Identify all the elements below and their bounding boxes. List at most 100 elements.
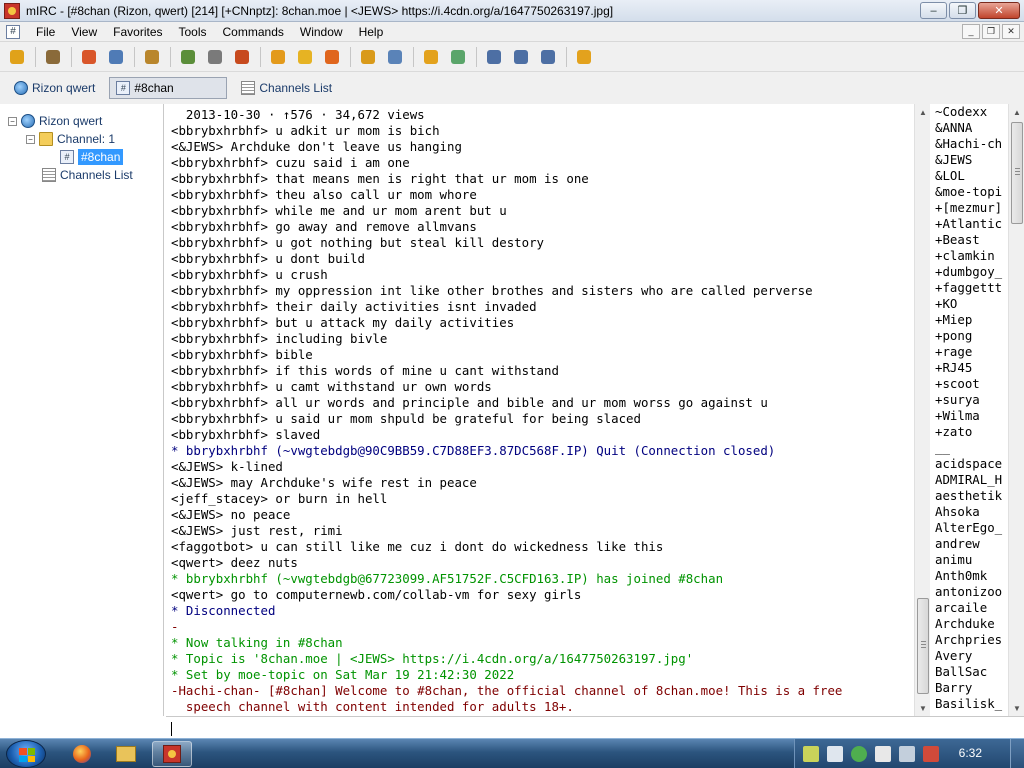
nick-item[interactable]: AlterEgo_ (932, 520, 1008, 536)
nick-item[interactable]: +surya (932, 392, 1008, 408)
nick-item[interactable]: aesthetik (932, 488, 1008, 504)
nick-item[interactable]: animu (932, 552, 1008, 568)
tray-notes-icon[interactable] (827, 746, 843, 762)
menu-window[interactable]: Window (292, 25, 351, 39)
nick-item[interactable]: &JEWS (932, 152, 1008, 168)
menu-tools[interactable]: Tools (171, 25, 215, 39)
switch-channel-8chan[interactable]: # #8chan (109, 77, 228, 99)
toolbar-button-colors[interactable] (231, 46, 253, 68)
toolbar-button-scripts-editor[interactable] (177, 46, 199, 68)
toolbar-button-notify-list[interactable] (321, 46, 343, 68)
nicklist-scrollbar[interactable]: ▲ ▼ (1008, 104, 1024, 716)
nick-item[interactable]: +rage (932, 344, 1008, 360)
toolbar-button-tile-vertical[interactable] (510, 46, 532, 68)
child-restore-button[interactable]: ❐ (982, 24, 1000, 39)
nick-item[interactable]: ~Codexx (932, 104, 1008, 120)
nick-item[interactable]: Anth0mk (932, 568, 1008, 584)
nick-item[interactable]: arcaile (932, 600, 1008, 616)
chat-scrollbar[interactable]: ▲ ▼ (914, 104, 930, 716)
scroll-down-arrow-icon[interactable]: ▼ (1009, 700, 1024, 716)
nicklist-scroll-thumb[interactable] (1011, 122, 1023, 224)
nick-item[interactable]: +scoot (932, 376, 1008, 392)
menu-file[interactable]: File (28, 25, 63, 39)
nick-item[interactable]: +dumbgoy_ (932, 264, 1008, 280)
taskbar-explorer[interactable] (106, 741, 146, 767)
nick-item[interactable]: &Hachi-ch (932, 136, 1008, 152)
toolbar-button-dcc[interactable] (384, 46, 406, 68)
child-minimize-button[interactable]: _ (962, 24, 980, 39)
toolbar-button-help[interactable] (573, 46, 595, 68)
menu-help[interactable]: Help (351, 25, 392, 39)
nick-item[interactable]: +KO (932, 296, 1008, 312)
nick-item[interactable]: &ANNA (932, 120, 1008, 136)
nick-item[interactable]: +faggettt (932, 280, 1008, 296)
nick-item[interactable]: BallSac (932, 664, 1008, 680)
nick-item[interactable]: +[mezmur] (932, 200, 1008, 216)
nick-item[interactable]: andrew (932, 536, 1008, 552)
scroll-down-arrow-icon[interactable]: ▼ (915, 700, 931, 716)
chat-log[interactable]: 2013-10-30 · ↑576 · 34,672 views <bbrybxh… (166, 104, 914, 716)
nick-item[interactable]: &LOL (932, 168, 1008, 184)
taskbar-firefox[interactable] (62, 741, 102, 767)
toolbar-button-cascade[interactable] (537, 46, 559, 68)
tree-channels-list[interactable]: Channels List (0, 166, 163, 184)
nick-item[interactable]: Archpries (932, 632, 1008, 648)
collapse-folder-icon[interactable]: − (26, 134, 35, 144)
close-button[interactable]: ✕ (978, 2, 1020, 19)
show-desktop-button[interactable] (1010, 739, 1024, 768)
taskbar-mirc[interactable] (152, 741, 192, 767)
minimize-button[interactable]: – (920, 2, 947, 19)
nick-item[interactable]: &moe-topi (932, 184, 1008, 200)
switch-channels-list[interactable]: Channels List (235, 77, 338, 99)
message-input[interactable] (170, 719, 1010, 737)
chat-scroll-thumb[interactable] (917, 598, 929, 694)
nick-list[interactable]: ~Codexx &ANNA &Hachi-ch &JEWS &LOL &moe-topi +… (932, 104, 1008, 716)
toolbar-button-send-file[interactable] (267, 46, 289, 68)
toolbar-button-timer[interactable] (204, 46, 226, 68)
nick-item[interactable]: Ahsoka (932, 504, 1008, 520)
channel-window-icon[interactable]: # (6, 24, 20, 39)
tray-volume-muted-icon[interactable] (923, 746, 939, 762)
tray-network-icon[interactable] (899, 746, 915, 762)
collapse-server-icon[interactable]: − (8, 116, 17, 126)
toolbar-button-channels-list[interactable] (141, 46, 163, 68)
menu-commands[interactable]: Commands (215, 25, 292, 39)
tray-mirc-icon[interactable] (803, 746, 819, 762)
tray-flag-icon[interactable] (875, 746, 891, 762)
tree-channel-folder[interactable]: − Channel: 1 (0, 130, 163, 148)
switch-server-rizon[interactable]: Rizon qwert (8, 77, 101, 99)
nick-item[interactable]: Avery (932, 648, 1008, 664)
maximize-button[interactable]: ❐ (949, 2, 976, 19)
tray-security-icon[interactable] (851, 746, 867, 762)
toolbar-button-tile-horizontal[interactable] (483, 46, 505, 68)
toolbar-button-options[interactable] (42, 46, 64, 68)
menu-view[interactable]: View (63, 25, 105, 39)
child-close-button[interactable]: ✕ (1002, 24, 1020, 39)
menu-favorites[interactable]: Favorites (105, 25, 170, 39)
toolbar-button-favorites[interactable] (78, 46, 100, 68)
toolbar-button-address-book[interactable] (105, 46, 127, 68)
tree-server[interactable]: − Rizon qwert (0, 112, 163, 130)
mirc-app-icon[interactable] (4, 2, 20, 19)
toolbar-button-log[interactable] (420, 46, 442, 68)
toolbar-button-received-files[interactable] (447, 46, 469, 68)
taskbar-clock[interactable]: 6:32 (959, 746, 982, 760)
nick-item[interactable]: +clamkin (932, 248, 1008, 264)
start-button[interactable] (6, 740, 46, 768)
toolbar-button-url-catcher[interactable] (357, 46, 379, 68)
message-editbox[interactable] (166, 716, 1024, 738)
nick-item[interactable]: +RJ45 (932, 360, 1008, 376)
nick-item[interactable]: Barry (932, 680, 1008, 696)
nick-item[interactable]: __ (932, 440, 1008, 456)
nick-item[interactable]: +Miep (932, 312, 1008, 328)
nick-item[interactable]: ADMIRAL_H (932, 472, 1008, 488)
nick-item[interactable]: antonizoo (932, 584, 1008, 600)
toolbar-button-connect[interactable] (6, 46, 28, 68)
nick-item[interactable]: +zato (932, 424, 1008, 440)
tree-channel-8chan[interactable]: # #8chan (0, 148, 163, 166)
nick-item[interactable]: +Wilma (932, 408, 1008, 424)
nick-item[interactable]: +Beast (932, 232, 1008, 248)
nick-item[interactable]: +pong (932, 328, 1008, 344)
toolbar-button-chat[interactable] (294, 46, 316, 68)
nick-item[interactable]: Archduke (932, 616, 1008, 632)
